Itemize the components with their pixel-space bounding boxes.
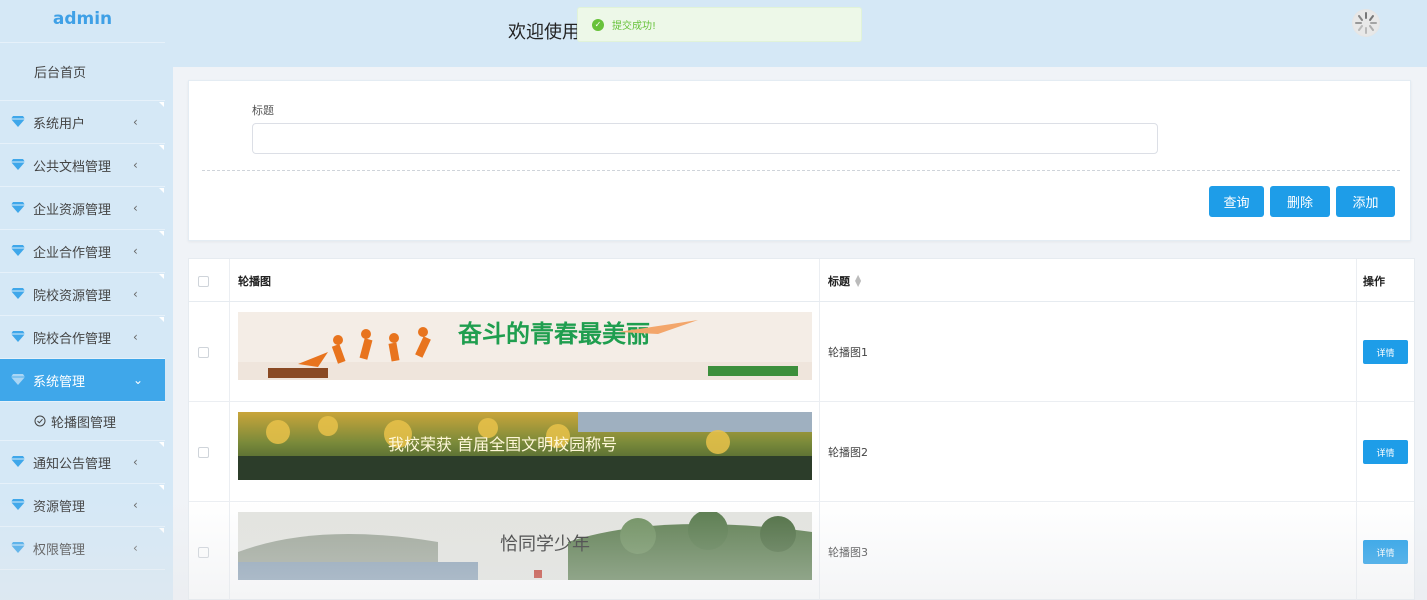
chevron-icon: ‹: [133, 330, 138, 344]
sidebar-item-0[interactable]: 系统用户 ‹: [0, 101, 165, 144]
banner-image-2: 我校荣获 首届全国文明校园称号: [238, 412, 812, 480]
delete-button[interactable]: 删除: [1270, 186, 1330, 217]
detail-button[interactable]: 详情: [1363, 540, 1408, 564]
chevron-icon: ‹: [133, 115, 138, 129]
sidebar-item-label: 资源管理: [33, 499, 86, 515]
check-circle-icon: ✓: [592, 18, 604, 31]
avatar-icon[interactable]: [1352, 9, 1380, 37]
banner-text: 恰同学少年: [500, 534, 590, 555]
corner-mark: [159, 102, 164, 107]
corner-mark: [159, 274, 164, 279]
sidebar-item-label: 系统管理: [33, 374, 86, 390]
gem-icon: [11, 201, 27, 215]
sidebar-item-home[interactable]: 后台首页: [0, 43, 165, 101]
sort-icon[interactable]: ▲ ▼: [855, 273, 861, 287]
sidebar-item-label: 院校资源管理: [33, 288, 112, 304]
divider: [202, 170, 1400, 171]
select-all-checkbox[interactable]: [198, 276, 209, 287]
sidebar-item-7[interactable]: 通知公告管理 ‹: [0, 441, 165, 484]
detail-button[interactable]: 详情: [1363, 440, 1408, 464]
search-panel: 标题 查询 删除 添加: [188, 80, 1411, 241]
column-header-image: 轮播图: [238, 274, 271, 288]
chevron-icon: ‹: [133, 287, 138, 301]
sidebar-item-label: 企业资源管理: [33, 202, 112, 218]
title-search-input[interactable]: [252, 123, 1158, 154]
sidebar-item-label: 通知公告管理: [33, 456, 112, 472]
sidebar-item-label: 公共文档管理: [33, 159, 112, 175]
sidebar-item-6[interactable]: 系统管理 ⌄: [0, 359, 165, 402]
clock-icon: [34, 415, 47, 428]
corner-mark: [159, 485, 164, 490]
column-header-title[interactable]: 标题 ▲ ▼: [828, 259, 861, 302]
detail-button[interactable]: 详情: [1363, 340, 1408, 364]
sidebar-item-2[interactable]: 企业资源管理 ‹: [0, 187, 165, 230]
row-title: 轮播图3: [828, 546, 868, 559]
success-toast: ✓ 提交成功!: [577, 7, 862, 42]
table-header: 轮播图 标题 ▲ ▼ 操作: [189, 259, 1414, 302]
table-row: 奋斗的青春最美丽 轮播图1 详情: [189, 302, 1414, 402]
column-header-title-label: 标题: [828, 274, 850, 288]
chevron-icon: ‹: [133, 201, 138, 215]
table-row: 恰同学少年 轮播图3 详情: [189, 502, 1414, 600]
welcome-text: 欢迎使用: [508, 22, 580, 43]
banner-image-3: 恰同学少年: [238, 512, 812, 580]
corner-mark: [159, 442, 164, 447]
gem-icon: [11, 115, 27, 129]
app-logo: admin: [0, 0, 165, 43]
sidebar-item-label: 院校合作管理: [33, 331, 112, 347]
corner-mark: [159, 317, 164, 322]
sidebar-item-5[interactable]: 院校合作管理 ‹: [0, 316, 165, 359]
sidebar-item-label: 后台首页: [34, 66, 87, 81]
submenu-item-carousel[interactable]: 轮播图管理: [0, 402, 165, 441]
corner-mark: [159, 528, 164, 533]
submenu-item-label: 轮播图管理: [51, 415, 117, 431]
chevron-icon: ‹: [133, 244, 138, 258]
banner-table: 轮播图 标题 ▲ ▼ 操作 奋斗的青春最美丽 轮播图1 详情 我校荣获 首届全国…: [188, 258, 1415, 600]
chevron-icon: ‹: [133, 455, 138, 469]
row-checkbox[interactable]: [198, 447, 209, 458]
sidebar-item-label: 权限管理: [33, 542, 86, 558]
chevron-icon: ‹: [133, 498, 138, 512]
gem-icon: [11, 541, 27, 555]
title-field-label: 标题: [252, 104, 274, 117]
add-button[interactable]: 添加: [1336, 186, 1395, 217]
row-checkbox[interactable]: [198, 547, 209, 558]
banner-image-1: 奋斗的青春最美丽: [238, 312, 812, 380]
sidebar-item-1[interactable]: 公共文档管理 ‹: [0, 144, 165, 187]
sidebar-rail: [165, 67, 173, 600]
banner-text: 我校荣获 首届全国文明校园称号: [388, 435, 617, 454]
corner-mark: [159, 188, 164, 193]
sidebar-item-9[interactable]: 权限管理 ‹: [0, 527, 165, 570]
sidebar-item-label: 系统用户: [33, 116, 86, 132]
chevron-icon: ‹: [133, 158, 138, 172]
sidebar-item-label: 企业合作管理: [33, 245, 112, 261]
row-checkbox[interactable]: [198, 347, 209, 358]
corner-mark: [159, 231, 164, 236]
sidebar-item-8[interactable]: 资源管理 ‹: [0, 484, 165, 527]
gem-icon: [11, 287, 27, 301]
gem-icon: [11, 158, 27, 172]
gem-icon: [11, 373, 27, 387]
gem-icon: [11, 498, 27, 512]
banner-text: 奋斗的青春最美丽: [457, 320, 650, 348]
column-header-action: 操作: [1363, 274, 1385, 288]
sidebar-item-4[interactable]: 院校资源管理 ‹: [0, 273, 165, 316]
row-title: 轮播图2: [828, 446, 868, 459]
query-button[interactable]: 查询: [1209, 186, 1264, 217]
sidebar-item-3[interactable]: 企业合作管理 ‹: [0, 230, 165, 273]
chevron-icon: ⌄: [133, 373, 144, 387]
chevron-icon: ‹: [133, 541, 138, 555]
table-row: 我校荣获 首届全国文明校园称号 轮播图2 详情: [189, 402, 1414, 502]
gem-icon: [11, 244, 27, 258]
gem-icon: [11, 330, 27, 344]
row-title: 轮播图1: [828, 346, 868, 359]
gem-icon: [11, 455, 27, 469]
corner-mark: [159, 145, 164, 150]
sidebar: admin 后台首页 系统用户 ‹ 公共文档管理 ‹ 企业资源管理 ‹ 企业合作管理 ‹ 院校资…: [0, 0, 165, 600]
toast-message: 提交成功!: [612, 21, 657, 32]
